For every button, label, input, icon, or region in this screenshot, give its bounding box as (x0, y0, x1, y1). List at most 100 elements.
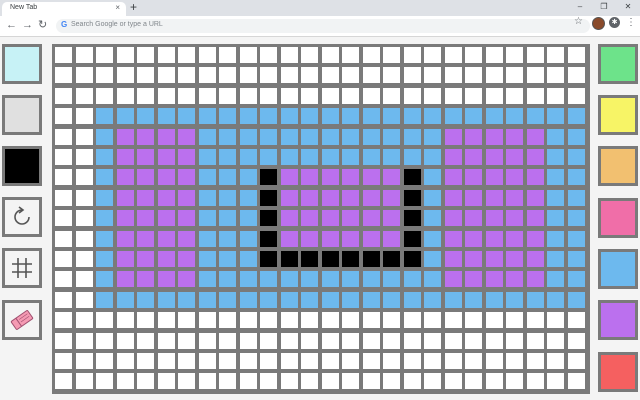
canvas-cell[interactable] (301, 149, 318, 165)
canvas-cell[interactable] (321, 47, 339, 63)
canvas-cell[interactable] (198, 373, 216, 390)
canvas-cell[interactable] (444, 169, 462, 186)
canvas-cell[interactable] (75, 230, 93, 247)
canvas-cell[interactable] (260, 271, 277, 288)
canvas-cell[interactable] (239, 108, 257, 125)
canvas-cell[interactable] (383, 169, 400, 186)
canvas-cell[interactable] (342, 67, 359, 84)
canvas-cell[interactable] (178, 47, 195, 63)
canvas-cell[interactable] (116, 332, 134, 349)
canvas-cell[interactable] (567, 332, 585, 349)
canvas-cell[interactable] (526, 271, 544, 288)
canvas-cell[interactable] (383, 87, 400, 104)
canvas-cell[interactable] (342, 230, 359, 247)
canvas-cell[interactable] (383, 291, 400, 308)
canvas-cell[interactable] (116, 210, 134, 227)
canvas-cell[interactable] (444, 189, 462, 206)
canvas-cell[interactable] (321, 251, 339, 267)
canvas-cell[interactable] (75, 47, 93, 63)
canvas-cell[interactable] (485, 251, 503, 267)
canvas-cell[interactable] (116, 47, 134, 63)
canvas-cell[interactable] (424, 67, 441, 84)
canvas-cell[interactable] (342, 108, 359, 125)
canvas-cell[interactable] (547, 230, 564, 247)
canvas-cell[interactable] (137, 67, 154, 84)
canvas-cell[interactable] (321, 210, 339, 227)
canvas-cell[interactable] (485, 291, 503, 308)
canvas-cell[interactable] (444, 251, 462, 267)
canvas-cell[interactable] (178, 87, 195, 104)
canvas-cell[interactable] (178, 332, 195, 349)
canvas-cell[interactable] (116, 271, 134, 288)
canvas-cell[interactable] (55, 291, 72, 308)
canvas-cell[interactable] (157, 169, 175, 186)
canvas-cell[interactable] (280, 67, 298, 84)
canvas-cell[interactable] (301, 373, 318, 390)
canvas-cell[interactable] (342, 87, 359, 104)
canvas-cell[interactable] (280, 353, 298, 369)
canvas-cell[interactable] (567, 251, 585, 267)
canvas-cell[interactable] (424, 271, 441, 288)
canvas-cell[interactable] (75, 108, 93, 125)
canvas-cell[interactable] (383, 210, 400, 227)
canvas-cell[interactable] (321, 67, 339, 84)
palette-swatch-orange[interactable] (598, 146, 638, 186)
pixel-canvas[interactable] (52, 44, 590, 394)
canvas-cell[interactable] (96, 108, 113, 125)
canvas-cell[interactable] (137, 189, 154, 206)
canvas-cell[interactable] (506, 291, 523, 308)
canvas-cell[interactable] (198, 210, 216, 227)
canvas-cell[interactable] (547, 251, 564, 267)
omnibox[interactable]: G Search Google or type a URL (56, 19, 590, 33)
canvas-cell[interactable] (219, 251, 236, 267)
canvas-cell[interactable] (116, 291, 134, 308)
canvas-cell[interactable] (157, 87, 175, 104)
back-button[interactable]: ← (6, 19, 17, 32)
canvas-cell[interactable] (96, 169, 113, 186)
canvas-cell[interactable] (219, 230, 236, 247)
canvas-cell[interactable] (55, 47, 72, 63)
canvas-cell[interactable] (362, 271, 380, 288)
extensions-puzzle-icon[interactable]: ✱ (609, 17, 620, 28)
canvas-cell[interactable] (219, 189, 236, 206)
canvas-cell[interactable] (424, 87, 441, 104)
canvas-cell[interactable] (465, 353, 482, 369)
canvas-cell[interactable] (424, 149, 441, 165)
canvas-cell[interactable] (260, 251, 277, 267)
canvas-cell[interactable] (506, 189, 523, 206)
canvas-cell[interactable] (403, 291, 421, 308)
canvas-cell[interactable] (465, 67, 482, 84)
canvas-cell[interactable] (55, 108, 72, 125)
canvas-cell[interactable] (239, 312, 257, 329)
canvas-cell[interactable] (506, 108, 523, 125)
canvas-cell[interactable] (383, 332, 400, 349)
canvas-cell[interactable] (506, 169, 523, 186)
canvas-cell[interactable] (260, 210, 277, 227)
canvas-cell[interactable] (301, 210, 318, 227)
canvas-cell[interactable] (96, 251, 113, 267)
canvas-cell[interactable] (280, 230, 298, 247)
canvas-cell[interactable] (424, 353, 441, 369)
canvas-cell[interactable] (342, 271, 359, 288)
canvas-cell[interactable] (506, 87, 523, 104)
canvas-cell[interactable] (137, 230, 154, 247)
canvas-cell[interactable] (362, 373, 380, 390)
canvas-cell[interactable] (116, 230, 134, 247)
canvas-cell[interactable] (547, 149, 564, 165)
canvas-cell[interactable] (75, 291, 93, 308)
canvas-cell[interactable] (157, 128, 175, 145)
canvas-cell[interactable] (383, 47, 400, 63)
canvas-cell[interactable] (526, 47, 544, 63)
canvas-cell[interactable] (362, 210, 380, 227)
canvas-cell[interactable] (424, 251, 441, 267)
canvas-cell[interactable] (137, 87, 154, 104)
canvas-cell[interactable] (547, 189, 564, 206)
canvas-cell[interactable] (506, 373, 523, 390)
canvas-cell[interactable] (424, 230, 441, 247)
canvas-cell[interactable] (301, 332, 318, 349)
canvas-cell[interactable] (403, 230, 421, 247)
canvas-cell[interactable] (567, 271, 585, 288)
canvas-cell[interactable] (444, 47, 462, 63)
canvas-cell[interactable] (55, 332, 72, 349)
canvas-cell[interactable] (444, 230, 462, 247)
